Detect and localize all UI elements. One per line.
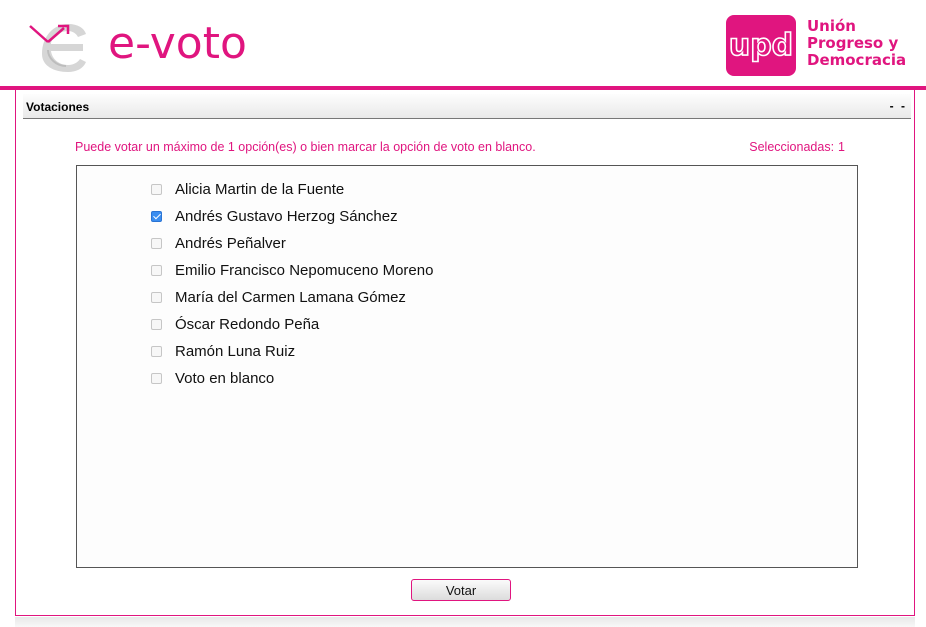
- evoto-logo-icon: [28, 14, 88, 74]
- panel-bottom-shadow: [15, 617, 915, 627]
- option-checkbox[interactable]: [151, 372, 162, 384]
- option-item[interactable]: María del Carmen Lamana Gómez: [151, 287, 406, 307]
- page-header: e-voto upd Unión Progreso y Democracia: [0, 0, 926, 90]
- selection-counter-label: Seleccionadas:: [749, 140, 835, 154]
- option-checkbox[interactable]: [151, 264, 162, 276]
- party-name: Unión Progreso y Democracia: [807, 18, 906, 69]
- option-checkbox[interactable]: [151, 210, 162, 222]
- options-list: Alicia Martin de la Fuente Andrés Gustav…: [76, 165, 858, 568]
- party-name-line: Progreso y: [807, 34, 899, 52]
- option-checkbox[interactable]: [151, 183, 162, 195]
- option-item[interactable]: Andrés Gustavo Herzog Sánchez: [151, 206, 398, 226]
- option-checkbox[interactable]: [151, 345, 162, 357]
- panel-title: Votaciones: [26, 100, 90, 114]
- option-item[interactable]: Alicia Martin de la Fuente: [151, 179, 344, 199]
- option-label[interactable]: Emilio Francisco Nepomuceno Moreno: [175, 262, 433, 279]
- panel-collapse-control[interactable]: - -: [890, 99, 907, 113]
- selection-counter-value: 1: [838, 140, 845, 154]
- option-checkbox[interactable]: [151, 291, 162, 303]
- voting-panel: Votaciones - - Puede votar un máximo de …: [15, 90, 915, 616]
- voting-instruction: Puede votar un máximo de 1 opción(es) o …: [75, 140, 536, 154]
- panel-header: Votaciones - -: [23, 94, 911, 119]
- option-label[interactable]: Andrés Gustavo Herzog Sánchez: [175, 208, 398, 225]
- option-label[interactable]: Andrés Peñalver: [175, 235, 286, 252]
- option-label[interactable]: Ramón Luna Ruiz: [175, 343, 295, 360]
- upd-logo: upd: [726, 15, 796, 76]
- option-label[interactable]: Alicia Martin de la Fuente: [175, 181, 344, 198]
- upd-logo-text: upd: [729, 28, 793, 63]
- option-item[interactable]: Voto en blanco: [151, 368, 274, 388]
- vote-button[interactable]: Votar: [411, 579, 511, 601]
- selection-counter: Seleccionadas: 1: [749, 140, 845, 154]
- option-label[interactable]: María del Carmen Lamana Gómez: [175, 289, 406, 306]
- option-item[interactable]: Andrés Peñalver: [151, 233, 286, 253]
- option-item[interactable]: Emilio Francisco Nepomuceno Moreno: [151, 260, 433, 280]
- option-checkbox[interactable]: [151, 237, 162, 249]
- party-name-line: Democracia: [807, 51, 907, 69]
- option-label[interactable]: Óscar Redondo Peña: [175, 316, 319, 333]
- option-checkbox[interactable]: [151, 318, 162, 330]
- party-name-line: Unión: [807, 17, 856, 35]
- option-label[interactable]: Voto en blanco: [175, 370, 274, 387]
- option-item[interactable]: Óscar Redondo Peña: [151, 314, 319, 334]
- app-name: e-voto: [108, 18, 247, 69]
- option-item[interactable]: Ramón Luna Ruiz: [151, 341, 295, 361]
